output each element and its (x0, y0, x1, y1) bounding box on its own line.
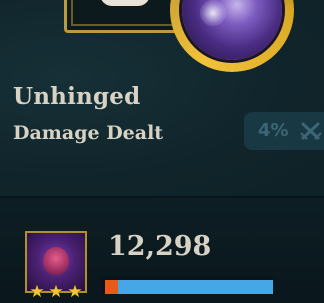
emblem-highlight (200, 0, 226, 26)
star-icon: ★ (67, 282, 83, 302)
damage-value: 12,298 (108, 231, 212, 262)
damage-bar-magic (118, 280, 273, 294)
stat-label: Damage Dealt (13, 122, 164, 144)
star-icon: ★ (48, 282, 64, 302)
damage-report-panel: Unhinged Damage Dealt 4% ★ ★ ★ 12,298 (0, 0, 324, 303)
star-level: ★ ★ ★ (27, 283, 85, 301)
damage-bar-physical (105, 280, 118, 294)
panel-divider (0, 196, 324, 198)
crossed-swords-icon (300, 122, 322, 140)
trait-name: Unhinged (13, 83, 141, 110)
percent-text: 4% (258, 120, 289, 141)
portrait-face (43, 247, 69, 275)
rank-badge-icon (100, 0, 150, 6)
star-icon: ★ (29, 282, 45, 302)
damage-bar (101, 276, 273, 294)
